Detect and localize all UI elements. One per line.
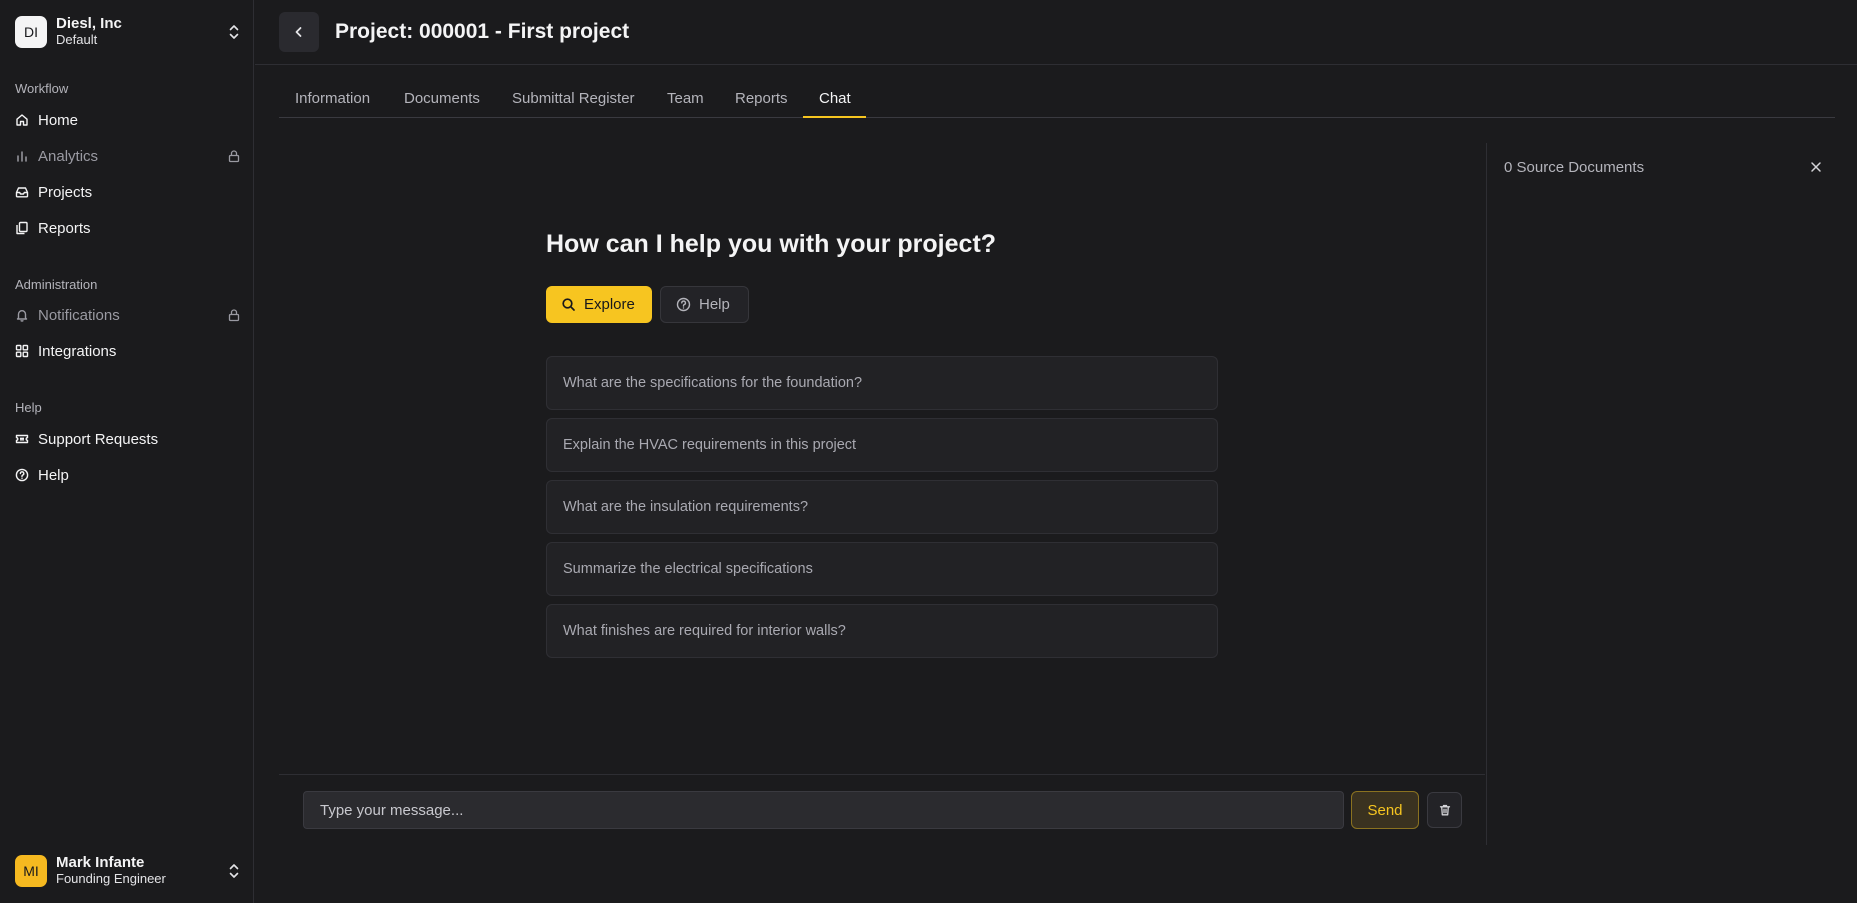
tab-reports[interactable]: Reports xyxy=(735,90,788,107)
chevrons-up-down-icon xyxy=(229,864,239,878)
lock-icon xyxy=(228,309,240,322)
sidebar-item-reports[interactable]: Reports xyxy=(15,216,241,240)
help-label: Help xyxy=(699,296,730,313)
sidebar-item-home[interactable]: Home xyxy=(15,108,241,132)
sidebar-item-support-requests[interactable]: Support Requests xyxy=(15,427,241,451)
project-tabs: Information Documents Submittal Register… xyxy=(279,82,1835,118)
composer-divider xyxy=(279,774,1485,775)
page-title: Project: 000001 - First project xyxy=(335,20,630,43)
suggestion-item[interactable]: What are the specifications for the foun… xyxy=(546,356,1218,410)
help-mode-button[interactable]: Help xyxy=(660,286,749,323)
files-icon xyxy=(15,221,29,235)
back-button[interactable] xyxy=(279,12,319,52)
trash-icon xyxy=(1439,804,1450,816)
bell-icon xyxy=(15,308,29,322)
message-input[interactable] xyxy=(303,791,1344,829)
chevrons-up-down-icon xyxy=(229,25,239,39)
clear-chat-button[interactable] xyxy=(1427,792,1462,828)
bar-chart-icon xyxy=(15,149,29,163)
tab-information[interactable]: Information xyxy=(295,90,370,107)
sidebar-item-projects[interactable]: Projects xyxy=(15,180,241,204)
page-header: Project: 000001 - First project xyxy=(255,0,1857,65)
sidebar-item-integrations[interactable]: Integrations xyxy=(15,339,241,363)
tab-documents[interactable]: Documents xyxy=(404,90,480,107)
tab-submittal-register[interactable]: Submittal Register xyxy=(512,90,635,107)
suggestion-item[interactable]: Explain the HVAC requirements in this pr… xyxy=(546,418,1218,472)
sidebar-item-help[interactable]: Help xyxy=(15,463,241,487)
suggestion-item[interactable]: What are the insulation requirements? xyxy=(546,480,1218,534)
user-menu[interactable]: MI Mark Infante Founding Engineer xyxy=(15,855,241,887)
help-circle-icon xyxy=(676,297,691,312)
org-avatar: DI xyxy=(15,16,47,48)
sidebar-item-label: Home xyxy=(38,111,79,129)
active-tab-indicator xyxy=(803,116,866,118)
sidebar-item-label: Reports xyxy=(38,219,91,237)
home-icon xyxy=(15,113,29,127)
sidebar-item-label: Analytics xyxy=(38,147,99,165)
help-circle-icon xyxy=(15,468,29,482)
section-label-administration: Administration xyxy=(15,277,98,292)
send-button[interactable]: Send xyxy=(1351,791,1419,829)
grid-icon xyxy=(15,344,29,358)
avatar: MI xyxy=(15,855,47,887)
ticket-icon xyxy=(15,432,29,446)
user-name: Mark Infante xyxy=(56,854,145,871)
section-label-help: Help xyxy=(15,400,42,415)
tab-chat[interactable]: Chat xyxy=(819,90,851,107)
sidebar: DI Diesl, Inc Default Workflow Home Anal… xyxy=(0,0,254,903)
sidebar-item-label: Support Requests xyxy=(38,430,159,448)
inbox-icon xyxy=(15,185,29,199)
sidebar-item-label: Notifications xyxy=(38,306,120,324)
org-name: Diesl, Inc xyxy=(56,15,122,32)
suggestion-item[interactable]: What finishes are required for interior … xyxy=(546,604,1218,658)
sidebar-item-label: Projects xyxy=(38,183,93,201)
user-role: Founding Engineer xyxy=(56,871,166,886)
sidebar-item-analytics[interactable]: Analytics xyxy=(15,144,241,168)
sidebar-item-label: Help xyxy=(38,466,69,484)
chevron-left-icon xyxy=(295,27,302,37)
org-workspace: Default xyxy=(56,32,98,47)
source-documents-panel: 0 Source Documents xyxy=(1486,143,1836,845)
close-icon[interactable] xyxy=(1809,160,1823,174)
lock-icon xyxy=(228,150,240,163)
explore-mode-button[interactable]: Explore xyxy=(546,286,652,323)
source-documents-title: 0 Source Documents xyxy=(1504,159,1645,176)
section-label-workflow: Workflow xyxy=(15,81,69,96)
org-switcher[interactable]: DI Diesl, Inc Default xyxy=(15,16,241,48)
suggestion-item[interactable]: Summarize the electrical specifications xyxy=(546,542,1218,596)
sidebar-item-notifications[interactable]: Notifications xyxy=(15,303,241,327)
chat-heading: How can I help you with your project? xyxy=(546,230,997,258)
sidebar-item-label: Integrations xyxy=(38,342,117,360)
tab-team[interactable]: Team xyxy=(667,90,704,107)
search-icon xyxy=(561,297,576,312)
explore-label: Explore xyxy=(584,296,635,313)
